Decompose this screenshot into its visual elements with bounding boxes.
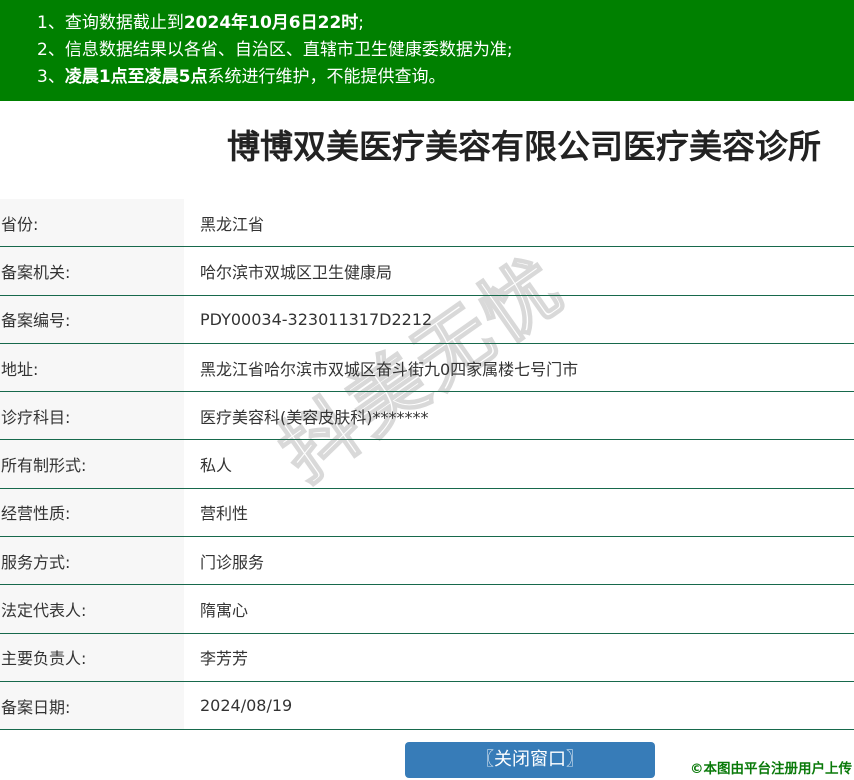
table-row: 主要负责人:李芳芳 [0,634,854,682]
field-label: 诊疗科目: [0,392,184,439]
field-label: 备案机关: [0,247,184,294]
field-label: 经营性质: [0,489,184,536]
notice-text: 3、 [37,67,65,87]
table-row: 服务方式:门诊服务 [0,537,854,585]
table-row: 备案机关:哈尔滨市双城区卫生健康局 [0,247,854,295]
close-window-button[interactable]: 〖关闭窗口〗 [405,742,655,778]
notice-text-bold: 2024年10月6日22时 [184,13,358,33]
field-label: 省份: [0,199,184,246]
field-value: 私人 [184,440,854,487]
field-value: 2024/08/19 [184,682,854,729]
field-value: 隋寓心 [184,585,854,632]
table-row: 所有制形式:私人 [0,440,854,488]
field-value: 哈尔滨市双城区卫生健康局 [184,247,854,294]
field-value: 医疗美容科(美容皮肤科)******* [184,392,854,439]
notice-text: 系统进行维护，不能提供查询。 [208,67,446,87]
notice-line: 3、凌晨1点至凌晨5点系统进行维护，不能提供查询。 [37,64,854,91]
notice-banner: 1、查询数据截止到2024年10月6日22时; 2、信息数据结果以各省、自治区、直… [0,0,854,101]
field-label: 服务方式: [0,537,184,584]
table-row: 经营性质:营利性 [0,489,854,537]
field-value: 门诊服务 [184,537,854,584]
field-label: 备案日期: [0,682,184,729]
field-value: PDY00034-323011317D2212 [184,296,854,343]
table-row: 地址:黑龙江省哈尔滨市双城区奋斗街九0四家属楼七号门市 [0,344,854,392]
field-label: 主要负责人: [0,634,184,681]
notice-line: 1、查询数据截止到2024年10月6日22时; [37,10,854,37]
field-label: 法定代表人: [0,585,184,632]
notice-text: 2、信息数据结果以各省、自治区、直辖市卫生健康委数据为准; [37,40,513,60]
field-value: 黑龙江省哈尔滨市双城区奋斗街九0四家属楼七号门市 [184,344,854,391]
notice-text: 1、查询数据截止到 [37,13,184,33]
field-label: 备案编号: [0,296,184,343]
info-table: 省份:黑龙江省备案机关:哈尔滨市双城区卫生健康局备案编号:PDY00034-32… [0,199,854,730]
field-label: 所有制形式: [0,440,184,487]
table-row: 法定代表人:隋寓心 [0,585,854,633]
table-row: 省份:黑龙江省 [0,199,854,247]
notice-line: 2、信息数据结果以各省、自治区、直辖市卫生健康委数据为准; [37,37,854,64]
table-row: 诊疗科目:医疗美容科(美容皮肤科)******* [0,392,854,440]
field-label: 地址: [0,344,184,391]
notice-text: ; [358,13,364,33]
page-title: 博博双美医疗美容有限公司医疗美容诊所 [0,124,854,170]
field-value: 李芳芳 [184,634,854,681]
field-value: 营利性 [184,489,854,536]
field-value: 黑龙江省 [184,199,854,246]
table-row: 备案日期:2024/08/19 [0,682,854,730]
table-row: 备案编号:PDY00034-323011317D2212 [0,296,854,344]
upload-credit-stamp: ©本图由平台注册用户上传 [690,757,852,777]
notice-text-bold: 凌晨1点至凌晨5点 [65,67,208,87]
